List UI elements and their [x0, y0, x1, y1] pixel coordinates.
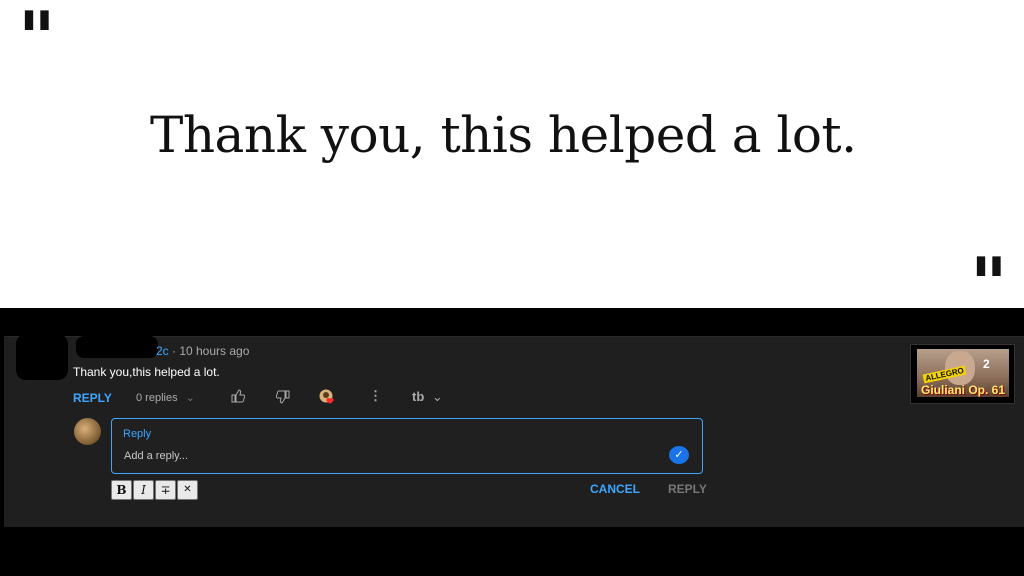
- reply-input[interactable]: [122, 447, 666, 465]
- reply-link[interactable]: REPLY: [73, 391, 112, 405]
- chevron-down-icon: ⌄: [185, 392, 195, 404]
- strikethrough-button[interactable]: ∓: [155, 480, 176, 500]
- commenter-name-redacted[interactable]: [76, 336, 158, 358]
- more-vert-icon[interactable]: ⋮: [369, 388, 382, 404]
- current-user-avatar: [74, 418, 101, 445]
- thumbnail-title: Giuliani Op. 61: [921, 383, 1006, 397]
- reply-box-label: Reply: [123, 428, 152, 440]
- quote-text: Thank you, this helped a lot.: [150, 106, 857, 164]
- open-quote-mark: ": [18, 0, 56, 80]
- creator-heart-icon[interactable]: [318, 388, 338, 406]
- chevron-down-icon: ⌄: [431, 389, 443, 404]
- comment-text: Thank you,this helped a lot.: [73, 365, 220, 379]
- reply-submit-button[interactable]: REPLY: [668, 482, 707, 496]
- replies-toggle[interactable]: 0 replies ⌄: [136, 391, 195, 404]
- thumbnail-number: 2: [983, 357, 990, 371]
- replies-count: 0 replies: [136, 392, 178, 404]
- italic-button[interactable]: I: [133, 480, 154, 500]
- comment-actions: REPLY: [73, 390, 112, 406]
- reply-box[interactable]: Reply ✓: [111, 418, 703, 474]
- comment-timestamp[interactable]: · 10 hours ago: [172, 344, 249, 358]
- video-thumbnail[interactable]: 2 ALLEGRO Giuliani Op. 61: [910, 344, 1015, 404]
- quote-area: " Thank you, this helped a lot. ": [0, 0, 1024, 320]
- tubebuddy-menu[interactable]: tb ⌄: [412, 389, 443, 405]
- check-toggle-icon[interactable]: ✓: [669, 446, 689, 464]
- thumbs-down-icon[interactable]: [275, 390, 290, 407]
- clear-format-button[interactable]: ✕: [177, 480, 198, 500]
- commenter-avatar[interactable]: [16, 334, 68, 380]
- commenter-name[interactable]: 2c: [156, 344, 169, 358]
- cancel-button[interactable]: CANCEL: [590, 482, 640, 496]
- bold-button[interactable]: B: [111, 480, 132, 500]
- thumbs-up-icon[interactable]: [231, 389, 246, 406]
- tubebuddy-icon: tb: [412, 389, 425, 404]
